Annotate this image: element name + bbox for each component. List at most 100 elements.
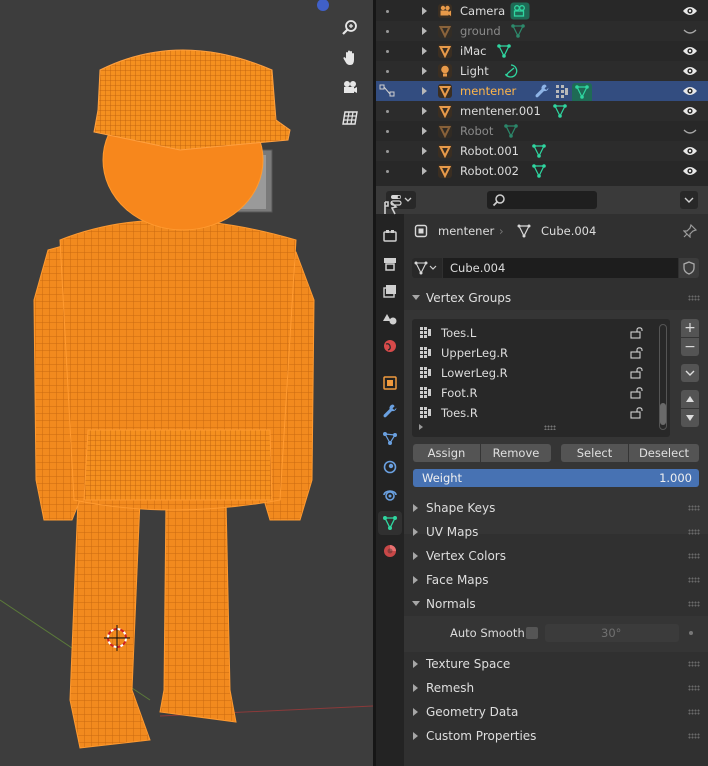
- expand-arrow-icon[interactable]: [422, 147, 427, 155]
- fake-user-button[interactable]: [679, 258, 699, 278]
- drag-grip-icon[interactable]: [688, 553, 700, 559]
- geometry-data-panel-header[interactable]: Geometry Data: [404, 700, 708, 724]
- vertex-groups-icon[interactable]: [554, 83, 570, 102]
- vertex-group-item[interactable]: Toes.L: [412, 323, 662, 343]
- normals-panel-header[interactable]: Normals: [404, 592, 708, 616]
- outliner-item-name[interactable]: Robot: [460, 124, 493, 138]
- row-edit-toggle[interactable]: [376, 161, 406, 181]
- drag-grip-icon[interactable]: [688, 577, 700, 583]
- outliner-item-name[interactable]: Robot.002: [460, 164, 519, 178]
- ortho-grid-icon[interactable]: [338, 106, 362, 130]
- row-edit-toggle[interactable]: [376, 61, 406, 81]
- drag-grip-icon[interactable]: [688, 295, 700, 301]
- unlock-icon[interactable]: [630, 407, 644, 419]
- outliner[interactable]: Camera ground iMac Light mentener mentener.00…: [376, 0, 708, 186]
- scene-icon[interactable]: [378, 307, 402, 331]
- options-dropdown[interactable]: [680, 191, 698, 209]
- wrench-icon[interactable]: [534, 83, 550, 102]
- zoom-icon[interactable]: [338, 16, 362, 40]
- camera-data-icon[interactable]: [510, 2, 530, 20]
- expand-arrow-icon[interactable]: [422, 127, 427, 135]
- outliner-item-name[interactable]: Robot.001: [460, 144, 519, 158]
- vertex-group-name[interactable]: LowerLeg.R: [441, 366, 508, 380]
- vertex-group-name[interactable]: UpperLeg.R: [441, 346, 508, 360]
- mesh-data-icon[interactable]: [496, 43, 512, 59]
- drag-grip-icon[interactable]: [688, 709, 700, 715]
- texture-space-panel-header[interactable]: Texture Space: [404, 652, 708, 676]
- drag-grip-icon[interactable]: [688, 601, 700, 607]
- row-edit-toggle[interactable]: [376, 101, 406, 121]
- constraints-icon[interactable]: [378, 483, 402, 507]
- outliner-row[interactable]: ground: [376, 21, 708, 41]
- eye-icon[interactable]: [682, 105, 698, 117]
- remove-button[interactable]: Remove: [481, 444, 551, 462]
- outliner-row[interactable]: mentener.001: [376, 101, 708, 121]
- outliner-item-name[interactable]: mentener: [460, 84, 516, 98]
- custom-properties-panel-header[interactable]: Custom Properties: [404, 724, 708, 748]
- mesh-data-icon[interactable]: [531, 143, 547, 159]
- outliner-item-name[interactable]: mentener.001: [460, 104, 541, 118]
- expand-arrow-icon[interactable]: [422, 47, 427, 55]
- eye-icon[interactable]: [682, 145, 698, 157]
- eye-icon[interactable]: [682, 65, 698, 77]
- auto-smooth-checkbox[interactable]: [526, 627, 538, 639]
- row-edit-toggle[interactable]: [376, 1, 406, 21]
- expand-arrow-icon[interactable]: [422, 87, 427, 95]
- eye-icon[interactable]: [682, 85, 698, 97]
- output-icon[interactable]: [378, 252, 402, 276]
- outliner-row[interactable]: Light: [376, 61, 708, 81]
- row-edit-toggle[interactable]: [376, 41, 406, 61]
- eye-icon[interactable]: [682, 45, 698, 57]
- vertex-group-name[interactable]: Foot.R: [441, 386, 477, 400]
- expand-arrow-icon[interactable]: [422, 67, 427, 75]
- outliner-item-name[interactable]: Light: [460, 64, 489, 78]
- vertex-group-specials-menu[interactable]: [681, 364, 699, 382]
- unlock-icon[interactable]: [630, 347, 644, 359]
- vertex-groups-panel-header[interactable]: Vertex Groups: [404, 286, 708, 310]
- properties-search-input[interactable]: [487, 191, 597, 209]
- unlock-icon[interactable]: [630, 387, 644, 399]
- light-data-icon[interactable]: [503, 63, 519, 79]
- camera-view-icon[interactable]: [338, 76, 362, 100]
- expand-arrow-icon[interactable]: [422, 107, 427, 115]
- shape-keys-panel-header[interactable]: Shape Keys: [404, 496, 708, 520]
- drag-grip-icon[interactable]: [688, 661, 700, 667]
- hand-pan-icon[interactable]: [338, 46, 362, 70]
- drag-grip-icon[interactable]: [688, 733, 700, 739]
- modifier-icon[interactable]: [378, 399, 402, 423]
- eye-icon[interactable]: [682, 5, 698, 17]
- material-icon[interactable]: [378, 539, 402, 563]
- physics-icon[interactable]: [378, 455, 402, 479]
- mesh-name-field[interactable]: Cube.004: [443, 258, 678, 278]
- list-filter-toggle-icon[interactable]: [419, 424, 423, 430]
- keyframe-dot-icon[interactable]: [689, 631, 693, 635]
- mesh-browse-button[interactable]: [412, 258, 442, 278]
- tool-icon[interactable]: [378, 196, 402, 220]
- mesh-data-icon[interactable]: [531, 163, 547, 179]
- move-down-button[interactable]: [681, 409, 699, 427]
- object-icon[interactable]: [378, 371, 402, 395]
- row-edit-toggle[interactable]: [376, 21, 406, 41]
- vertex-group-item[interactable]: Foot.R: [412, 383, 662, 403]
- mesh-data-icon[interactable]: [552, 103, 568, 119]
- row-edit-toggle[interactable]: [376, 141, 406, 161]
- face-maps-panel-header[interactable]: Face Maps: [404, 568, 708, 592]
- remove-vertex-group-button[interactable]: −: [681, 338, 699, 356]
- remesh-panel-header[interactable]: Remesh: [404, 676, 708, 700]
- particles-icon[interactable]: [378, 427, 402, 451]
- vertex-group-name[interactable]: Toes.L: [441, 326, 476, 340]
- outliner-row[interactable]: iMac: [376, 41, 708, 61]
- scrollbar-thumb[interactable]: [660, 403, 666, 425]
- vertex-group-item[interactable]: LowerLeg.R: [412, 363, 662, 383]
- drag-grip-icon[interactable]: [688, 685, 700, 691]
- unlock-icon[interactable]: [630, 327, 644, 339]
- uv-maps-panel-header[interactable]: UV Maps: [404, 520, 708, 544]
- render-icon[interactable]: [378, 224, 402, 248]
- unlock-icon[interactable]: [630, 367, 644, 379]
- pin-icon[interactable]: [683, 224, 697, 238]
- outliner-row[interactable]: Robot.001: [376, 141, 708, 161]
- row-edit-toggle[interactable]: [376, 81, 406, 101]
- outliner-row[interactable]: mentener: [376, 81, 708, 104]
- expand-arrow-icon[interactable]: [422, 27, 427, 35]
- list-resize-grip-icon[interactable]: [544, 425, 556, 430]
